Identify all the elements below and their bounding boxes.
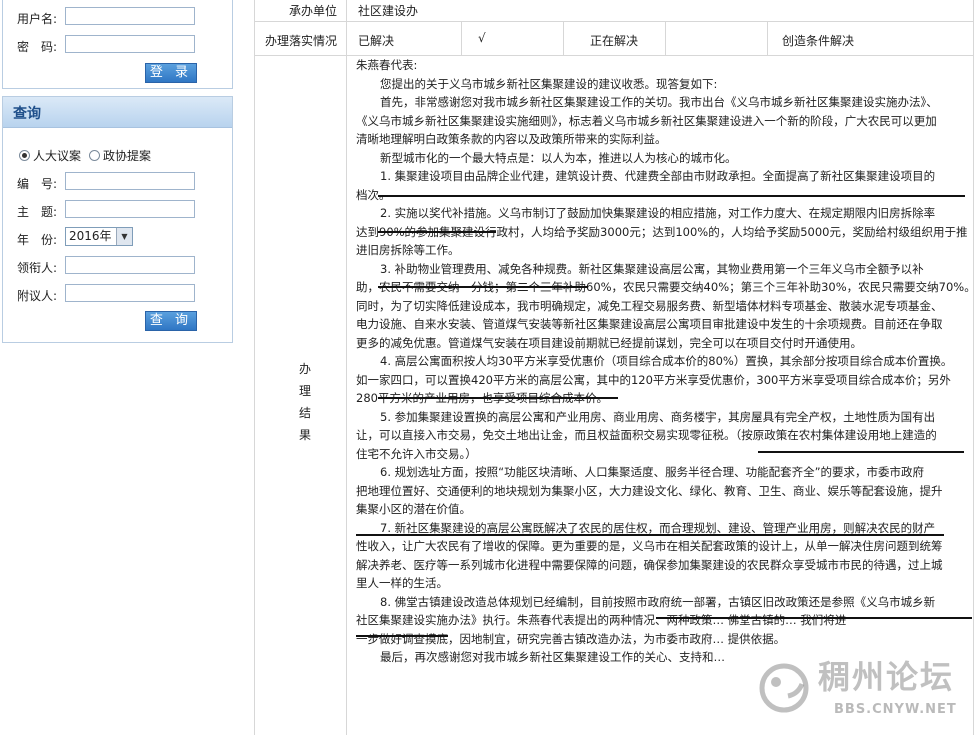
- result-line: 3. 补助物业管理费用、减免各种规费。新社区集聚建设高层公寓，其物业费用第一个三…: [380, 261, 924, 276]
- result-line: 里人一样的生活。: [356, 576, 448, 590]
- result-line: 清晰地理解明白政策条款的内容以及政策所带来的实际利益。: [356, 132, 667, 146]
- result-line: 同时，为了切实降低建设成本，我市明确规定，减免工程交易服务费、新型墙体材料专项基…: [356, 298, 943, 313]
- underline-mark: [378, 195, 965, 197]
- status-label: 办理落实情况: [265, 34, 338, 48]
- number-label: 编 号:: [17, 177, 58, 191]
- result-line: 一步做好调查摸底，因地制宜，研究完善古镇改造办法，为市委市政府… 提供依据。: [356, 631, 786, 646]
- radio-cppcc-label: 政协提案: [103, 149, 152, 163]
- login-panel: 用户名: 密 码: 登 录: [2, 0, 233, 89]
- result-line: 社区集聚建设实施办法》执行。朱燕春代表提出的两种情况、两种政策… 佛堂古镇的… …: [356, 613, 847, 627]
- undertaker-label: 承办单位: [289, 4, 338, 18]
- underline-mark: [758, 451, 964, 453]
- result-line: 新型城市化的一个最大特点是：以人为本，推进以人为核心的城市化。: [380, 150, 737, 165]
- result-line: 《义乌市城乡新社区集聚建设实施细则》，标志着义乌市城乡新社区集聚建设进入一个新的…: [356, 113, 937, 128]
- leader-input[interactable]: [65, 256, 195, 274]
- underline-mark: [378, 397, 618, 399]
- subject-input[interactable]: [65, 200, 195, 218]
- year-label: 年 份:: [17, 233, 58, 247]
- forum-watermark: 稠州论坛 BBS.CNYW.NET: [748, 650, 976, 734]
- status-solved: 已解决: [358, 34, 395, 48]
- watermark-title: 稠州论坛: [818, 658, 955, 696]
- chevron-down-icon[interactable]: ▼: [116, 228, 132, 245]
- underline-mark: [356, 635, 448, 637]
- result-label-char: 办: [298, 362, 311, 376]
- result-line: 8. 佛堂古镇建设改造总体规划已经编制，目前按照市政府统一部署，古镇区旧改政策还…: [380, 594, 936, 609]
- cosigner-label: 附议人:: [17, 289, 58, 303]
- result-line: 更多的减免优惠。管道煤气安装在项目建设前期就已经提前谋划，完全可以在项目交付时开…: [356, 335, 862, 350]
- result-line: 首先，非常感谢您对我市城乡新社区集聚建设工作的关切。我市出台《义乌市城乡新社区集…: [380, 95, 938, 109]
- leader-label: 领衔人:: [17, 261, 58, 275]
- query-title: 查询: [13, 106, 41, 122]
- radio-cppcc-proposal[interactable]: [89, 150, 101, 161]
- underline-mark: [356, 534, 944, 536]
- year-select-value: 2016年: [69, 229, 112, 243]
- result-line: 4. 高层公寓面积按人均30平方米享受优惠价（项目综合成本价的80%）置换，其余…: [380, 354, 953, 368]
- result-text: 朱燕春代表: 您提出的关于义乌市城乡新社区集聚建设的建议收悉。现答复如下: 首先，非…: [356, 56, 970, 667]
- undertaker-value: 社区建设办: [358, 4, 419, 18]
- result-line: 2. 实施以奖代补措施。义乌市制订了鼓励加快集聚建设的相应措施，对工作力度大、在…: [380, 206, 936, 220]
- proposal-type-radios: 人大议案 政协提案: [19, 147, 151, 164]
- result-line: 集聚小区的潜在价值。: [356, 502, 471, 516]
- login-button[interactable]: 登 录: [145, 63, 197, 83]
- result-line: 朱燕春代表:: [356, 58, 418, 72]
- result-line: 电力设施、自来水安装、管道煤气安装等新社区集聚建设高层公寓项目审批建设中发生的十…: [356, 317, 943, 331]
- result-line: 把地理位置好、交通便利的地块规划为集聚小区，大力建设文化、绿化、教育、卫生、商业…: [356, 483, 943, 498]
- result-label: 办 理 结 果: [298, 358, 312, 446]
- result-label-char: 结: [298, 406, 311, 420]
- status-check-mark: √: [478, 31, 486, 45]
- status-divider-1: [461, 21, 462, 55]
- underline-mark: [656, 617, 972, 619]
- result-line: 如一家四口，可以置换420平方米的高层公寓，其中的120平方米享受优惠价，300…: [356, 372, 951, 387]
- subject-label: 主 题:: [17, 205, 58, 219]
- table-border-left: [254, 0, 255, 735]
- result-line: 5. 参加集聚建设置换的高层公寓和产业用房、商业用房、商务楼宇，其房屋具有完全产…: [380, 409, 936, 424]
- status-divider-4: [767, 21, 768, 55]
- username-input[interactable]: [65, 7, 195, 25]
- query-button[interactable]: 查 询: [145, 311, 197, 331]
- result-line: 您提出的关于义乌市城乡新社区集聚建设的建议收悉。现答复如下:: [380, 76, 718, 91]
- password-label: 密 码:: [17, 40, 58, 54]
- cosigner-input[interactable]: [65, 284, 195, 302]
- watermark-url: BBS.CNYW.NET: [834, 702, 957, 717]
- radio-npc-label: 人大议案: [33, 149, 82, 163]
- result-line: 住宅不允许入市交易。）: [356, 446, 477, 461]
- query-panel: 查询 人大议案 政协提案 编 号: 主 题: 年 份: 2016年 ▼ 领衔人:…: [2, 96, 233, 343]
- number-input[interactable]: [65, 172, 195, 190]
- status-create-conditions: 创造条件解决: [782, 34, 855, 48]
- table-divider-label: [346, 0, 347, 735]
- result-label-char: 理: [298, 384, 311, 398]
- username-label: 用户名:: [17, 12, 58, 26]
- query-header: 查询: [3, 97, 232, 128]
- result-label-char: 果: [298, 428, 311, 442]
- result-line: 解决养老、医疗等一系列城市化进程中需要保障的问题，确保参加集聚建设的农民群众享受…: [356, 557, 943, 572]
- result-line: 进旧房拆除等工作。: [356, 243, 460, 257]
- result-line: 让，可以直接入市交易，免交土地出让金，而且权益面积交易实现零征税。（按原政策在农…: [356, 428, 937, 442]
- result-line: 性收入，让广大农民有了增收的保障。更为重要的是，义乌市在相关配套政策的设计上，从…: [356, 539, 943, 553]
- status-divider-3: [665, 21, 666, 55]
- radio-npc-proposal[interactable]: [19, 150, 30, 161]
- table-row-divider-1: [254, 21, 974, 22]
- result-line: 6. 规划选址方面，按照“功能区块清晰、人口集聚适度、服务半径合理、功能配套齐全…: [380, 465, 925, 479]
- table-border-right: [973, 0, 974, 735]
- underline-mark: [378, 231, 496, 233]
- underline-mark: [378, 286, 588, 288]
- status-in-progress: 正在解决: [590, 34, 639, 48]
- forum-logo-icon: [759, 663, 809, 713]
- status-divider-2: [563, 21, 564, 55]
- year-select[interactable]: 2016年 ▼: [65, 227, 133, 246]
- password-input[interactable]: [65, 35, 195, 53]
- result-line: 1. 集聚建设项目由品牌企业代建，建筑设计费、代建费全部由市财政承担。全面提高了…: [380, 169, 936, 183]
